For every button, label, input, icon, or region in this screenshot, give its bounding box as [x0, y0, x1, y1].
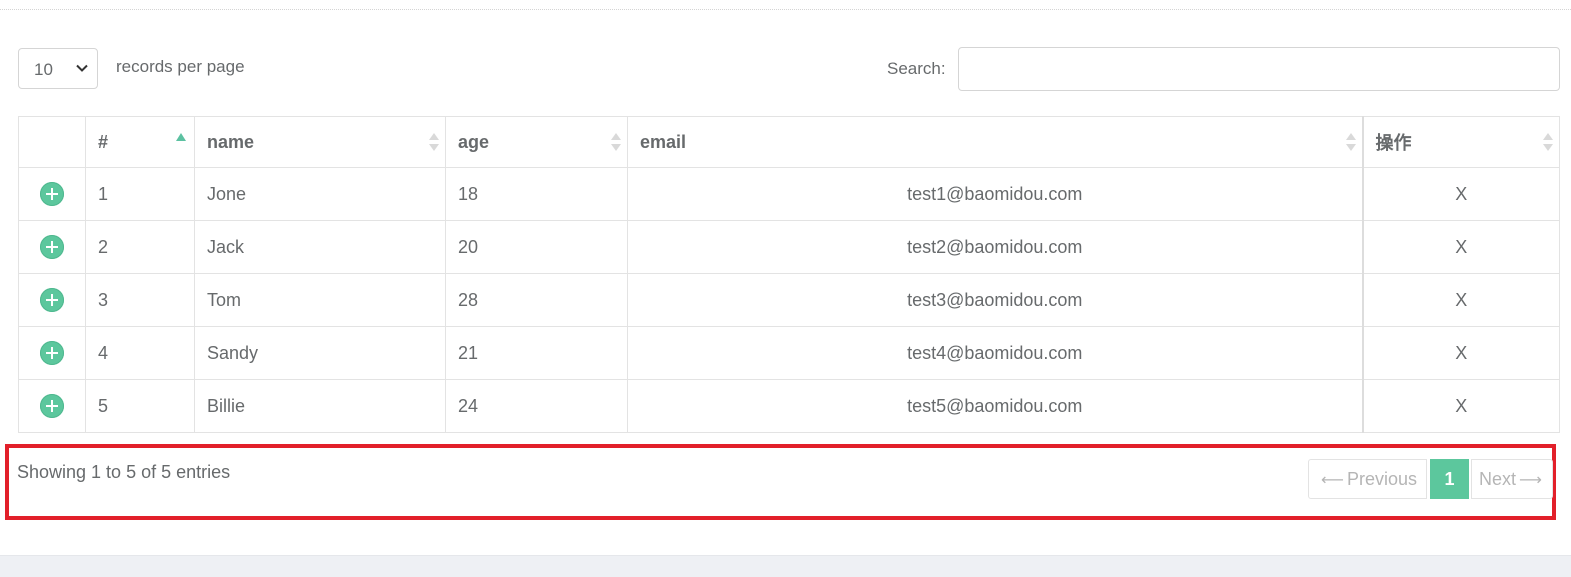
previous-page-button[interactable]: ⟵ Previous	[1308, 459, 1427, 499]
arrow-left-icon: ⟵	[1321, 469, 1344, 489]
cell-email: test4@baomidou.com	[627, 326, 1363, 380]
search-input[interactable]	[958, 47, 1560, 91]
cell-age: 20	[445, 220, 628, 274]
plus-circle-icon[interactable]	[40, 394, 64, 418]
next-page-button[interactable]: Next ⟶	[1471, 459, 1553, 499]
table-row: 4 Sandy 21 test4@baomidou.com X	[18, 326, 1560, 380]
plus-circle-icon[interactable]	[40, 182, 64, 206]
table-row: 1 Jone 18 test1@baomidou.com X	[18, 167, 1560, 221]
expand-cell	[18, 379, 86, 433]
table-row: 5 Billie 24 test5@baomidou.com X	[18, 379, 1560, 433]
cell-id: 1	[85, 167, 195, 221]
cell-age: 18	[445, 167, 628, 221]
expand-cell	[18, 167, 86, 221]
expand-cell	[18, 273, 86, 327]
column-header-email-label: email	[640, 131, 687, 152]
cell-email: test2@baomidou.com	[627, 220, 1363, 274]
sort-both-icon	[1543, 133, 1553, 153]
column-header-name-label: name	[207, 131, 255, 152]
delete-action[interactable]: X	[1361, 220, 1560, 274]
arrow-right-icon: ⟶	[1519, 469, 1542, 489]
sort-ascending-icon	[176, 133, 186, 141]
column-header-expand	[18, 116, 86, 168]
cell-email: test5@baomidou.com	[627, 379, 1363, 433]
next-page-label: Next	[1479, 468, 1517, 489]
search-label: Search:	[887, 59, 946, 78]
column-header-action-label: 操作	[1375, 133, 1412, 153]
plus-circle-icon[interactable]	[40, 341, 64, 365]
table-info: Showing 1 to 5 of 5 entries	[17, 462, 231, 482]
records-per-page-value: 10	[34, 60, 53, 79]
cell-name: Billie	[194, 379, 446, 433]
delete-action[interactable]: X	[1361, 326, 1560, 380]
sort-both-icon	[429, 133, 439, 153]
sort-both-icon	[1345, 133, 1356, 153]
delete-action[interactable]: X	[1361, 273, 1560, 327]
cell-email: test1@baomidou.com	[627, 167, 1363, 221]
cell-id: 5	[85, 379, 195, 433]
top-divider	[0, 9, 1571, 10]
cell-id: 3	[85, 273, 195, 327]
pagination: ⟵ Previous 1 Next ⟶	[1308, 459, 1553, 499]
delete-action[interactable]: X	[1361, 167, 1560, 221]
data-table: # name age email 操作 1 Jone 18 test1@baom…	[18, 116, 1560, 433]
cell-id: 4	[85, 326, 195, 380]
sort-both-icon	[611, 133, 621, 153]
chevron-down-icon	[76, 64, 88, 72]
table-header-row: # name age email 操作	[18, 116, 1560, 168]
cell-name: Sandy	[194, 326, 446, 380]
column-header-name[interactable]: name	[194, 116, 446, 168]
expand-cell	[18, 220, 86, 274]
page-footer-band	[0, 555, 1571, 577]
cell-name: Jone	[194, 167, 446, 221]
cell-age: 24	[445, 379, 628, 433]
cell-id: 2	[85, 220, 195, 274]
cell-age: 28	[445, 273, 628, 327]
expand-cell	[18, 326, 86, 380]
table-row: 3 Tom 28 test3@baomidou.com X	[18, 273, 1560, 327]
delete-action[interactable]: X	[1361, 379, 1560, 433]
plus-circle-icon[interactable]	[40, 288, 64, 312]
column-header-email[interactable]: email	[627, 116, 1363, 168]
table-row: 2 Jack 20 test2@baomidou.com X	[18, 220, 1560, 274]
records-per-page-label: records per page	[116, 57, 245, 76]
cell-age: 21	[445, 326, 628, 380]
column-header-age[interactable]: age	[445, 116, 628, 168]
previous-page-label: Previous	[1346, 468, 1417, 489]
column-header-id[interactable]: #	[85, 116, 195, 168]
column-header-action[interactable]: 操作	[1361, 116, 1560, 168]
cell-email: test3@baomidou.com	[627, 273, 1363, 327]
records-per-page-select[interactable]: 10	[18, 48, 98, 89]
cell-name: Jack	[194, 220, 446, 274]
column-header-id-label: #	[98, 131, 109, 152]
page-1-button[interactable]: 1	[1430, 459, 1469, 499]
plus-circle-icon[interactable]	[40, 235, 64, 259]
column-header-age-label: age	[458, 131, 490, 152]
cell-name: Tom	[194, 273, 446, 327]
panel-corner	[0, 540, 8, 555]
